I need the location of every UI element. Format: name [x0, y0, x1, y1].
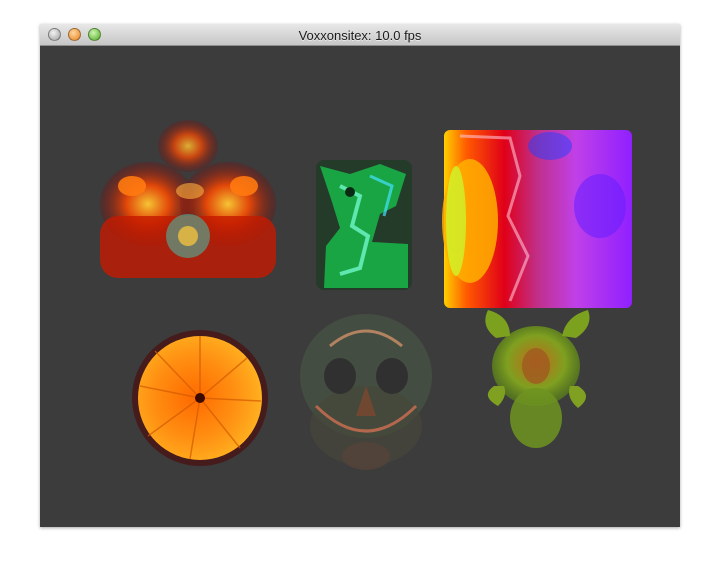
heatmap-render	[442, 130, 632, 308]
app-window: Voxxonsitex: 10.0 fps	[40, 24, 680, 527]
render-canvas[interactable]	[40, 46, 680, 527]
ct-scan-render	[100, 120, 276, 278]
render-viewport[interactable]	[40, 46, 680, 527]
title-bar[interactable]: Voxxonsitex: 10.0 fps	[40, 24, 680, 46]
skull-render	[300, 314, 432, 470]
window-title: Voxxonsitex: 10.0 fps	[298, 28, 422, 43]
orange-slice-render	[132, 330, 268, 466]
frog-render	[485, 310, 590, 448]
green-cast-render	[316, 160, 412, 290]
